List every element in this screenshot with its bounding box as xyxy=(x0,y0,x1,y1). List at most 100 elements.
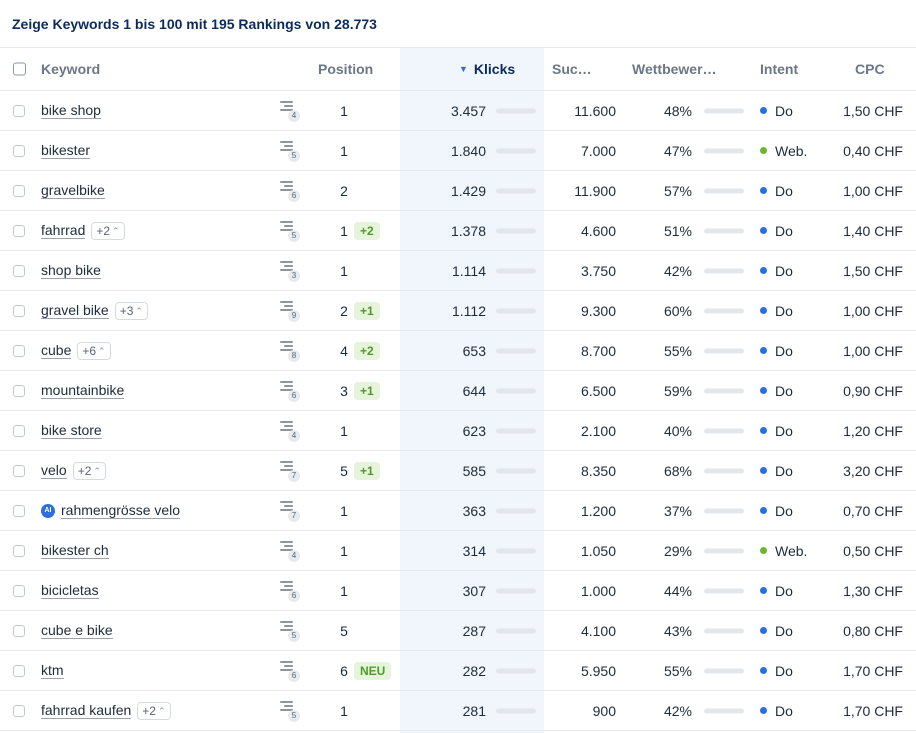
serp-features-icon[interactable]: 5 xyxy=(280,220,300,242)
column-header-klicks[interactable]: ▼ Klicks xyxy=(459,61,515,77)
keyword-cell: shop bike xyxy=(41,262,101,279)
chevron-up-icon: ⌃ xyxy=(93,465,101,476)
intent-cell: Do xyxy=(760,663,793,679)
keyword-link[interactable]: fahrrad kaufen xyxy=(41,702,132,719)
column-header-position[interactable]: Position xyxy=(318,61,373,77)
table-header: Keyword Position ▼ Klicks Suc… Wettbewer… xyxy=(0,48,916,91)
keyword-link[interactable]: fahrrad xyxy=(41,222,86,239)
serp-features-count: 9 xyxy=(288,309,300,322)
serp-features-icon[interactable]: 3 xyxy=(280,260,300,282)
row-checkbox[interactable] xyxy=(13,224,25,237)
intent-cell: Web. xyxy=(760,543,807,559)
keyword-cell: cube e bike xyxy=(41,622,113,639)
serp-features-icon[interactable]: 8 xyxy=(280,340,300,362)
more-rankings-count: +2 xyxy=(142,703,156,718)
column-header-suchvolumen[interactable]: Suc… xyxy=(552,61,592,77)
ai-overview-icon: AI xyxy=(41,503,55,518)
intent-value: Do xyxy=(775,182,793,199)
suchvolumen-value: 11.600 xyxy=(574,102,616,119)
keyword-link[interactable]: mountainbike xyxy=(41,382,125,399)
wettbewerb-value: 42% xyxy=(663,702,692,719)
serp-features-icon[interactable]: 6 xyxy=(280,380,300,402)
keyword-link[interactable]: cube xyxy=(41,342,72,359)
cpc-value: 1,40 CHF xyxy=(843,222,903,239)
table-row: velo +2 ⌃ 7 5 +1 585 8.350 68% Do 3,20 CH… xyxy=(0,451,916,491)
keyword-link[interactable]: cube e bike xyxy=(41,622,113,639)
serp-features-icon[interactable]: 5 xyxy=(280,620,300,642)
more-rankings-toggle[interactable]: +2 ⌃ xyxy=(72,461,106,480)
serp-features-icon[interactable]: 5 xyxy=(280,700,300,722)
more-rankings-toggle[interactable]: +2 ⌃ xyxy=(137,701,171,720)
klicks-value: 1.112 xyxy=(452,302,486,319)
suchvolumen-value: 5.950 xyxy=(580,662,616,679)
more-rankings-toggle[interactable]: +2 ⌃ xyxy=(91,221,125,240)
serp-features-icon[interactable]: 7 xyxy=(280,460,300,482)
keyword-link[interactable]: bicicletas xyxy=(41,582,99,599)
table-row: shop bike 3 1 1.114 3.750 42% Do 1,50 CH… xyxy=(0,251,916,291)
keyword-link[interactable]: bike store xyxy=(41,422,102,439)
intent-dot-icon xyxy=(760,507,767,514)
keyword-link[interactable]: rahmengrösse velo xyxy=(61,502,181,519)
wettbewerb-value: 68% xyxy=(663,462,692,479)
table-row: gravel bike +3 ⌃ 9 2 +1 1.112 9.300 60% D… xyxy=(0,291,916,331)
keyword-link[interactable]: gravel bike xyxy=(41,302,109,319)
row-checkbox[interactable] xyxy=(13,504,25,517)
column-header-wettbewerb[interactable]: Wettbewer… xyxy=(632,61,717,77)
serp-features-icon[interactable]: 4 xyxy=(280,420,300,442)
row-checkbox[interactable] xyxy=(13,584,25,597)
intent-cell: Web. xyxy=(760,143,807,159)
serp-features-icon[interactable]: 5 xyxy=(280,140,300,162)
serp-features-icon[interactable]: 6 xyxy=(280,180,300,202)
keyword-link[interactable]: bike shop xyxy=(41,102,101,119)
row-checkbox[interactable] xyxy=(13,664,25,677)
row-checkbox[interactable] xyxy=(13,384,25,397)
intent-value: Do xyxy=(775,302,793,319)
column-header-intent[interactable]: Intent xyxy=(760,61,798,77)
klicks-value: 644 xyxy=(462,382,486,399)
row-checkbox[interactable] xyxy=(13,704,25,717)
column-header-keyword[interactable]: Keyword xyxy=(41,61,100,77)
keyword-cell: bicicletas xyxy=(41,582,99,599)
serp-features-count: 6 xyxy=(288,669,300,682)
keyword-link[interactable]: ktm xyxy=(41,662,64,679)
serp-features-icon[interactable]: 6 xyxy=(280,660,300,682)
row-checkbox[interactable] xyxy=(13,184,25,197)
row-checkbox[interactable] xyxy=(13,544,25,557)
wettbewerb-value: 51% xyxy=(663,222,692,239)
row-checkbox[interactable] xyxy=(13,144,25,157)
keyword-link[interactable]: bikester ch xyxy=(41,542,109,559)
serp-features-icon[interactable]: 4 xyxy=(280,100,300,122)
keyword-link[interactable]: velo xyxy=(41,462,67,479)
suchvolumen-value: 11.900 xyxy=(574,182,616,199)
row-checkbox[interactable] xyxy=(13,264,25,277)
keyword-cell: mountainbike xyxy=(41,382,125,399)
more-rankings-toggle[interactable]: +6 ⌃ xyxy=(77,341,111,360)
column-header-cpc[interactable]: CPC xyxy=(855,61,885,77)
row-checkbox[interactable] xyxy=(13,464,25,477)
row-checkbox[interactable] xyxy=(13,424,25,437)
keyword-link[interactable]: bikester xyxy=(41,142,91,159)
row-checkbox[interactable] xyxy=(13,104,25,117)
intent-dot-icon xyxy=(760,427,767,434)
serp-features-icon[interactable]: 6 xyxy=(280,580,300,602)
klicks-bar xyxy=(496,108,536,113)
row-checkbox[interactable] xyxy=(13,304,25,317)
row-checkbox[interactable] xyxy=(13,344,25,357)
select-all-checkbox[interactable] xyxy=(13,62,26,76)
intent-dot-icon xyxy=(760,347,767,354)
keyword-link[interactable]: shop bike xyxy=(41,262,101,279)
klicks-value: 585 xyxy=(462,462,486,479)
more-rankings-toggle[interactable]: +3 ⌃ xyxy=(114,301,148,320)
serp-features-icon[interactable]: 7 xyxy=(280,500,300,522)
suchvolumen-value: 1.000 xyxy=(580,582,616,599)
intent-cell: Do xyxy=(760,703,793,719)
position-value: 1 xyxy=(340,502,348,519)
klicks-bar xyxy=(496,188,536,193)
row-checkbox[interactable] xyxy=(13,624,25,637)
keyword-link[interactable]: gravelbike xyxy=(41,182,105,199)
table-row: cube e bike 5 5 287 4.100 43% Do 0,80 CH… xyxy=(0,611,916,651)
table-row: bicicletas 6 1 307 1.000 44% Do 1,30 CHF xyxy=(0,571,916,611)
serp-features-icon[interactable]: 4 xyxy=(280,540,300,562)
serp-features-icon[interactable]: 9 xyxy=(280,300,300,322)
wettbewerb-bar xyxy=(704,188,744,193)
